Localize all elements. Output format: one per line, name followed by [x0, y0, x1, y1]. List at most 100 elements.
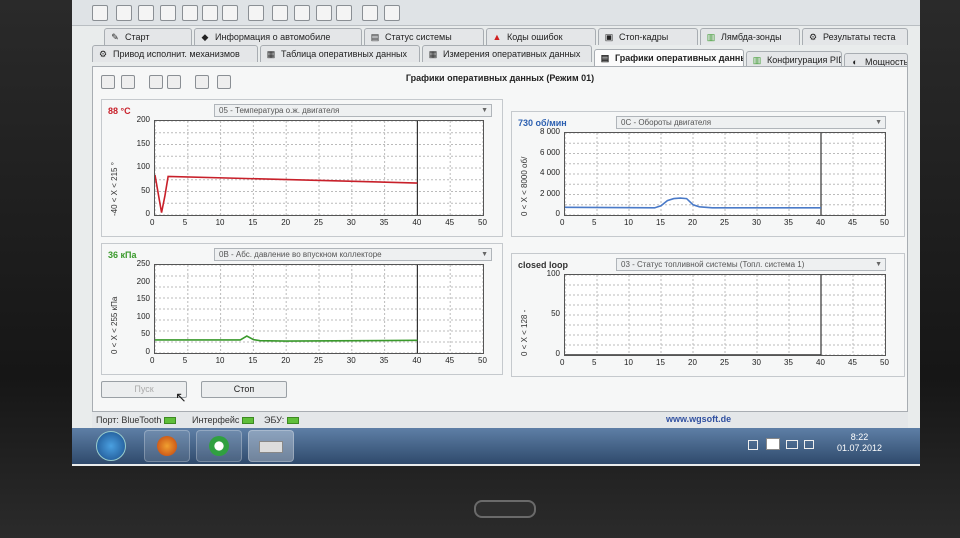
- pid-select-label: 0C - Обороты двигателя: [621, 118, 712, 127]
- tray-flag-icon[interactable]: [748, 440, 758, 450]
- plot-area: [154, 120, 484, 216]
- test-results-icon: ⚙: [808, 32, 818, 42]
- y-tick-label: 100: [136, 311, 150, 321]
- window-icon[interactable]: [182, 5, 198, 21]
- connect-icon[interactable]: [92, 5, 108, 21]
- open-icon[interactable]: [149, 75, 163, 89]
- pid-select[interactable]: 03 - Статус топливной системы (Топл. сис…: [616, 258, 886, 271]
- table-icon: ▦: [266, 49, 276, 59]
- pid-select[interactable]: 05 - Температура о.ж. двигателя ▼: [214, 104, 492, 117]
- status-bar: Порт: BlueTooth Интерфейс ЭБУ: www.wgsof…: [92, 412, 908, 428]
- x-tick-label: 25: [720, 218, 729, 227]
- y-tick-label: 100: [136, 162, 150, 171]
- firefox-taskbar-icon[interactable]: [144, 430, 190, 462]
- x-tick-label: 45: [445, 218, 455, 227]
- tray-volume-icon[interactable]: [804, 440, 814, 449]
- map-icon[interactable]: [202, 5, 218, 21]
- tab-data-graphs[interactable]: ▤ Графики оперативных данных: [594, 49, 744, 66]
- tab-car-info[interactable]: ◆ Информация о автомобиле: [194, 28, 362, 45]
- save-icon[interactable]: [167, 75, 181, 89]
- x-tick-label: 5: [182, 218, 188, 227]
- chart-panel: 730 об/мин 0C - Обороты двигателя ▼ 0 5 10 15 2…: [511, 111, 905, 237]
- grid-icon[interactable]: [138, 5, 154, 21]
- y-range-label: 0 < X < 128 -: [520, 309, 529, 356]
- y-range-label: -40 < X < 215 °: [110, 162, 119, 216]
- pid-select-label: 05 - Температура о.ж. двигателя: [219, 106, 340, 115]
- tab-data-table[interactable]: ▦ Таблица оперативных данных: [260, 45, 420, 62]
- print-preview-icon[interactable]: [195, 75, 209, 89]
- website-link[interactable]: www.wgsoft.de: [666, 414, 731, 424]
- power-off-icon[interactable]: [384, 5, 400, 21]
- gauge-icon[interactable]: [222, 5, 238, 21]
- add-graph-icon[interactable]: [101, 75, 115, 89]
- port-status: Порт: BlueTooth: [96, 415, 177, 425]
- x-tick-label: 45: [848, 358, 857, 367]
- measure-icon: ▦: [428, 49, 438, 59]
- info-icon[interactable]: [362, 5, 378, 21]
- x-tick-label: 25: [314, 218, 323, 227]
- tab-freeze-frames[interactable]: ▣ Стоп-кадры: [598, 28, 698, 45]
- save-icon[interactable]: [248, 5, 264, 21]
- x-tick-label: 40: [412, 356, 422, 365]
- x-tick-label: 50: [478, 218, 487, 227]
- x-tick-label: 15: [656, 218, 665, 227]
- tab-system-status[interactable]: ▤ Статус системы: [364, 28, 484, 45]
- clock[interactable]: 8:22 01.07.2012: [837, 432, 882, 454]
- y-tick-label: 250: [136, 259, 150, 268]
- y-tick-label: 50: [141, 329, 150, 339]
- tab-data-measurements[interactable]: ▦ Измерения оперативных данных: [422, 45, 592, 62]
- chart-panel: closed loop 03 - Статус топливной системы…: [511, 253, 905, 377]
- y-tick-label: 150: [136, 138, 150, 148]
- tab-lambda[interactable]: ▥ Лямбда-зонды: [700, 28, 800, 45]
- pid-select-label: 0B - Абс. давление во впускном коллектор…: [219, 250, 382, 259]
- tray-lang-icon[interactable]: [766, 438, 780, 450]
- stop-button[interactable]: Стоп: [201, 381, 287, 398]
- y-tick-label: 0: [555, 209, 560, 218]
- x-tick-label: 30: [752, 358, 761, 367]
- y-tick-label: 100: [546, 269, 560, 278]
- y-tick-label: 0: [145, 209, 150, 218]
- print-icon[interactable]: [217, 75, 231, 89]
- x-tick-label: 0: [560, 218, 565, 227]
- clock-icon[interactable]: [336, 5, 352, 21]
- y-tick-label: 6 000: [539, 147, 560, 157]
- x-tick-label: 20: [281, 218, 291, 227]
- remove-graph-icon[interactable]: [121, 75, 135, 89]
- tray-battery-icon[interactable]: [786, 440, 798, 449]
- scanner-taskbar-icon[interactable]: [248, 430, 294, 462]
- tab-error-codes[interactable]: ▲ Коды ошибок: [486, 28, 596, 45]
- x-tick-label: 5: [592, 218, 597, 227]
- chevron-down-icon: ▼: [481, 107, 488, 114]
- warning-icon: ▲: [492, 32, 502, 42]
- y-range-label: 0 < X < 255 кПа: [110, 296, 119, 354]
- x-tick-label: 25: [720, 358, 729, 367]
- pid-select[interactable]: 0C - Обороты двигателя ▼: [616, 116, 886, 129]
- plot-area: [564, 132, 886, 216]
- x-tick-label: 45: [848, 218, 857, 227]
- tab-test-results[interactable]: ⚙ Результаты теста: [802, 28, 908, 45]
- app-taskbar-icon[interactable]: [196, 430, 242, 462]
- plot-area: [154, 264, 484, 354]
- port-led-icon: [164, 417, 177, 425]
- plot-area: [564, 274, 886, 356]
- phone-icon[interactable]: [316, 5, 332, 21]
- pid-select[interactable]: 0B - Абс. давление во впускном коллектор…: [214, 248, 492, 261]
- ecu-status: ЭБУ:: [264, 415, 300, 425]
- settings-icon[interactable]: [160, 5, 176, 21]
- y-tick-label: 0: [555, 349, 560, 358]
- y-tick-label: 50: [551, 309, 560, 318]
- tab-start[interactable]: ✎ Старт: [104, 28, 192, 45]
- start-orb-icon[interactable]: [96, 431, 126, 461]
- x-tick-label: 40: [816, 358, 825, 367]
- graphs-panel: Графики оперативных данных (Режим 01) 88…: [92, 66, 908, 412]
- x-tick-label: 10: [624, 358, 633, 367]
- comment-icon[interactable]: [272, 5, 288, 21]
- chevron-down-icon: ▼: [875, 261, 882, 268]
- tab-actuators[interactable]: ⚙ Привод исполнит. механизмов: [92, 45, 258, 62]
- vehicle-icon[interactable]: [116, 5, 132, 21]
- x-tick-label: 0: [150, 356, 155, 365]
- interface-status: Интерфейс: [192, 415, 255, 425]
- screen: ✎ Старт ◆ Информация о автомобиле ▤ Статус …: [72, 0, 920, 466]
- x-tick-label: 20: [688, 218, 697, 227]
- monitor-icon[interactable]: [294, 5, 310, 21]
